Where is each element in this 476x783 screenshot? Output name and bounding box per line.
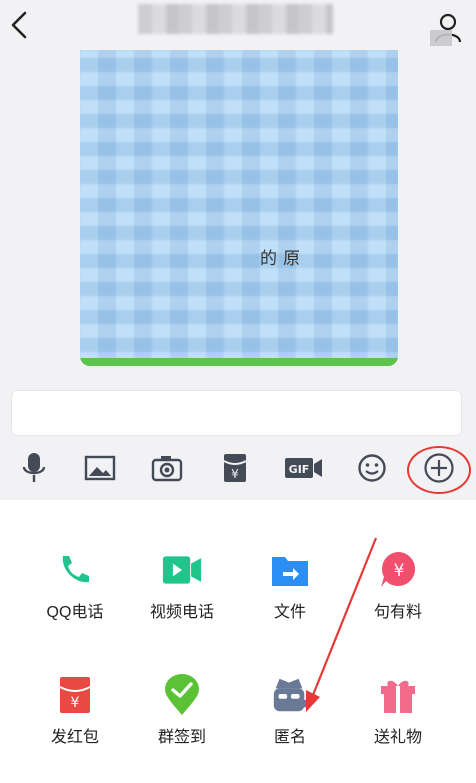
video-icon — [162, 550, 202, 590]
gif-icon: GIF — [285, 458, 322, 478]
profile-button[interactable] — [426, 8, 466, 48]
phone-icon — [55, 550, 95, 590]
qq-call-item[interactable]: QQ电话 — [20, 550, 130, 660]
yuan-bubble-icon: ¥ — [378, 550, 418, 590]
gif-button[interactable]: GIF — [283, 448, 325, 488]
red-packet-button[interactable]: ¥ — [215, 448, 255, 488]
svg-text:GIF: GIF — [289, 463, 310, 476]
svg-text:¥: ¥ — [394, 561, 405, 581]
red-packet-icon: ¥ — [223, 454, 247, 482]
photo-button[interactable] — [80, 448, 120, 488]
red-envelope-icon: ¥ — [55, 675, 95, 715]
folder-icon — [270, 550, 310, 590]
blurred-content — [80, 50, 398, 366]
highlight-ring — [407, 446, 471, 494]
anonymous-icon — [270, 675, 310, 715]
anonymous-item[interactable]: 匿名 — [235, 675, 345, 783]
mic-icon — [22, 453, 46, 482]
file-item[interactable]: 文件 — [235, 550, 345, 660]
visible-text-fragment: 的原 — [260, 249, 306, 268]
image-bottom-bar — [80, 358, 398, 366]
input-toolbar: ¥ GIF — [0, 442, 476, 497]
voice-button[interactable] — [14, 448, 54, 488]
juyouliao-item[interactable]: ¥ 句有料 — [343, 550, 453, 660]
user-icon — [430, 13, 462, 46]
image-icon — [84, 455, 116, 481]
emoji-icon — [358, 454, 386, 482]
video-call-item[interactable]: 视频电话 — [127, 550, 237, 660]
camera-icon — [151, 456, 183, 482]
camera-button[interactable] — [147, 448, 187, 488]
more-panel: QQ电话 视频电话 文件 ¥ 句有料 ¥ 发红包 群签到 匿名 送礼物 — [0, 500, 476, 783]
back-button[interactable] — [8, 10, 30, 40]
send-gift-item[interactable]: 送礼物 — [343, 675, 453, 783]
emoji-button[interactable] — [352, 448, 392, 488]
chevron-left-icon — [11, 11, 27, 39]
chat-title-blurred — [138, 4, 333, 34]
red-envelope-item[interactable]: ¥ 发红包 — [20, 675, 130, 783]
header — [0, 0, 476, 50]
chat-area[interactable]: 的原 — [0, 50, 476, 386]
check-location-icon — [162, 674, 202, 715]
message-image[interactable]: 的原 — [80, 50, 398, 366]
message-input[interactable] — [11, 390, 462, 436]
svg-text:¥: ¥ — [231, 467, 239, 481]
svg-text:¥: ¥ — [71, 695, 80, 711]
group-checkin-item[interactable]: 群签到 — [127, 674, 237, 783]
gift-icon — [378, 675, 418, 715]
